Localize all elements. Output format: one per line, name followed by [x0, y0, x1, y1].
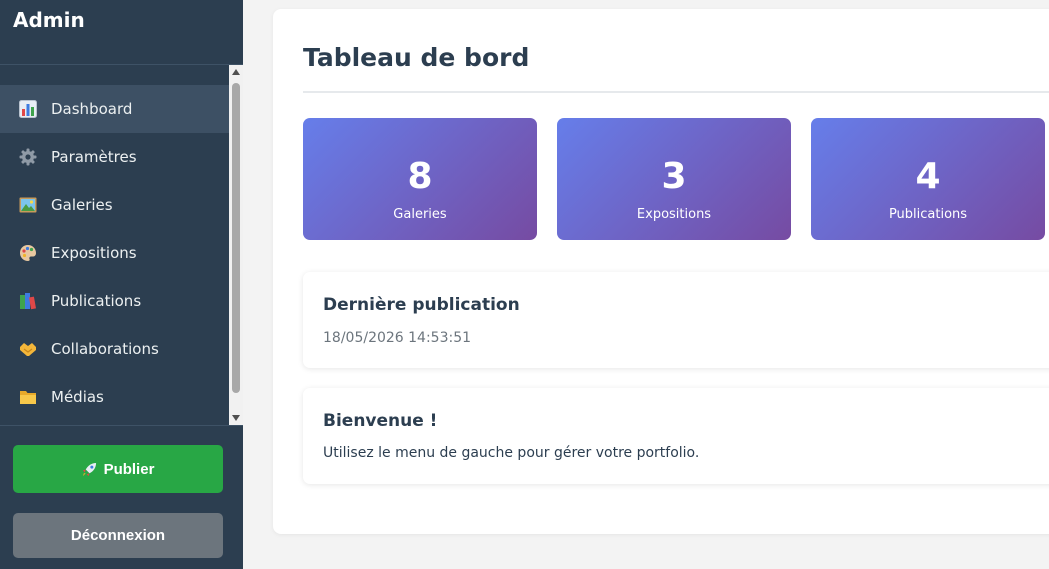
sidebar-item-medias[interactable]: Médias [0, 373, 229, 421]
welcome-title: Bienvenue ! [323, 411, 438, 431]
picture-icon [18, 195, 38, 215]
sidebar-item-parametres[interactable]: Paramètres [0, 133, 229, 181]
sidebar-item-galeries[interactable]: Galeries [0, 181, 229, 229]
scroll-up-arrow-icon[interactable] [229, 65, 243, 79]
sidebar-scrollbar[interactable] [229, 65, 243, 425]
logout-button-label: Déconnexion [70, 527, 166, 544]
sidebar-item-label: Dashboard [51, 100, 133, 118]
stat-label: Publications [888, 207, 968, 222]
last-publication-date: 18/05/2026 14:53:51 [323, 330, 472, 346]
stat-label: Expositions [636, 207, 712, 222]
dashboard-panel: Tableau de bord 8 Galeries 3 Expositions… [273, 9, 1049, 534]
page-title: Tableau de bord [303, 43, 530, 72]
stat-card-galeries: 8 Galeries [303, 118, 537, 240]
sidebar-item-label: Paramètres [51, 148, 137, 166]
folder-icon [18, 387, 38, 407]
gear-icon [18, 147, 38, 167]
sidebar-item-collaborations[interactable]: Collaborations [0, 325, 229, 373]
sidebar-item-label: Médias [51, 388, 104, 406]
sidebar-item-label: Galeries [51, 196, 113, 214]
stat-value: 3 [661, 156, 687, 197]
books-icon [18, 291, 38, 311]
stat-card-expositions: 3 Expositions [557, 118, 791, 240]
sidebar-nav: Dashboard Paramètres Galeries Exposition… [0, 65, 229, 425]
scroll-down-arrow-icon[interactable] [229, 411, 243, 425]
publish-button-label: Publier [103, 460, 155, 478]
last-publication-card: Dernière publication 18/05/2026 14:53:51 [303, 272, 1049, 368]
stat-label: Galeries [393, 207, 447, 222]
title-divider [303, 91, 1049, 93]
rocket-icon [82, 462, 97, 477]
sidebar-item-publications[interactable]: Publications [0, 277, 229, 325]
handshake-icon [18, 339, 38, 359]
sidebar-divider [0, 425, 243, 426]
bar-chart-icon [18, 99, 38, 119]
brand-title: Admin [13, 8, 85, 32]
sidebar-item-expositions[interactable]: Expositions [0, 229, 229, 277]
welcome-text: Utilisez le menu de gauche pour gérer vo… [323, 445, 700, 461]
scrollbar-thumb[interactable] [232, 83, 240, 393]
sidebar-item-dashboard[interactable]: Dashboard [0, 85, 229, 133]
palette-icon [18, 243, 38, 263]
sidebar-item-label: Collaborations [51, 340, 159, 358]
sidebar-item-label: Publications [51, 292, 142, 310]
logout-button[interactable]: Déconnexion [13, 513, 223, 558]
sidebar: Admin Dashboard Paramètres Galeries Expo… [0, 0, 243, 569]
publish-button[interactable]: Publier [13, 445, 223, 493]
stat-card-publications: 4 Publications [811, 118, 1045, 240]
sidebar-item-label: Expositions [51, 244, 137, 262]
stat-value: 4 [915, 156, 941, 197]
last-publication-title: Dernière publication [323, 295, 520, 315]
welcome-card: Bienvenue ! Utilisez le menu de gauche p… [303, 388, 1049, 484]
stat-value: 8 [407, 156, 433, 197]
